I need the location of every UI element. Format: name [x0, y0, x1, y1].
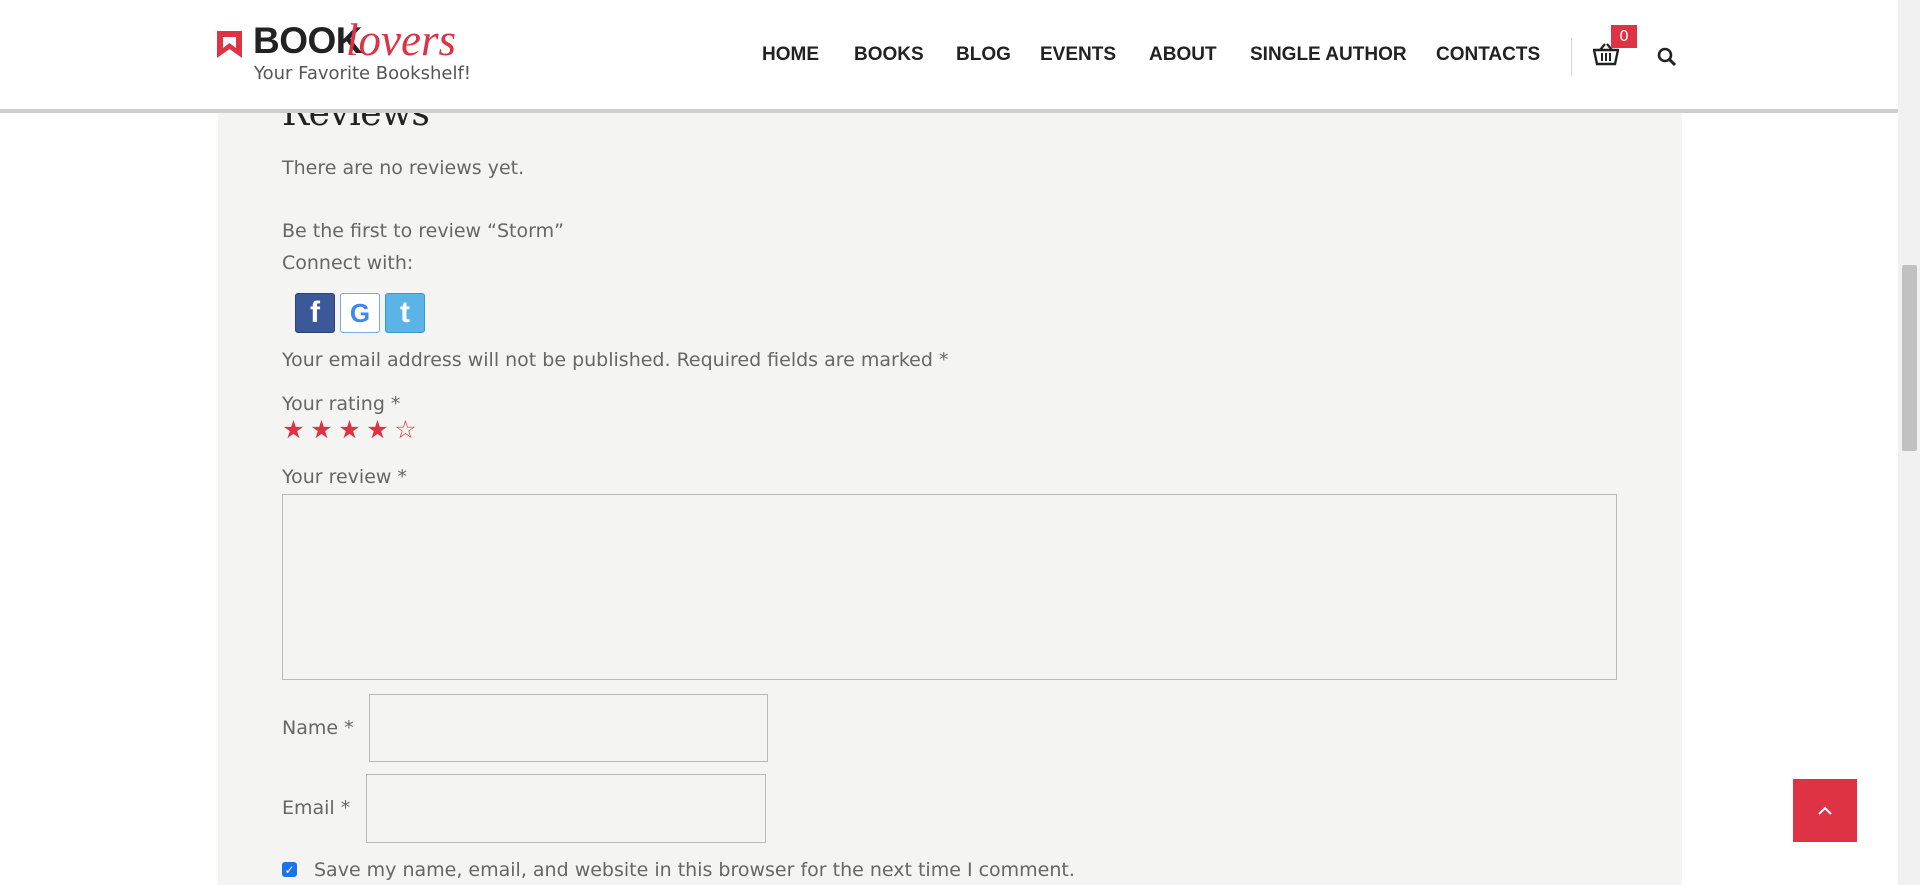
chevron-up-icon [1818, 806, 1832, 815]
nav-events[interactable]: EVENTS [1040, 44, 1116, 66]
save-info-checkbox[interactable]: ✓ [282, 862, 297, 877]
email-note: Your email address will not be published… [282, 349, 949, 371]
google-icon[interactable]: G [340, 293, 380, 333]
nav-blog[interactable]: BLOG [956, 44, 1011, 66]
save-info-label: Save my name, email, and website in this… [314, 859, 1075, 881]
name-label: Name * [282, 717, 354, 739]
rating-label: Your rating * [282, 393, 401, 415]
name-field[interactable] [369, 694, 768, 762]
bookmark-logo-icon [217, 31, 242, 58]
facebook-icon[interactable]: f [295, 293, 335, 333]
social-login-group: f G t [295, 293, 430, 333]
star-icon[interactable]: ★ [364, 416, 391, 444]
site-header: BOOK lovers Your Favorite Bookshelf! HOM… [0, 0, 1898, 113]
no-reviews-text: There are no reviews yet. [282, 157, 525, 179]
star-outline-icon[interactable]: ☆ [392, 416, 419, 444]
twitter-icon[interactable]: t [385, 293, 425, 333]
star-icon[interactable]: ★ [336, 416, 363, 444]
search-icon[interactable] [1657, 47, 1677, 67]
nav-home[interactable]: HOME [762, 44, 819, 66]
nav-contacts[interactable]: CONTACTS [1436, 44, 1540, 66]
logo-text-lovers[interactable]: lovers [346, 14, 456, 66]
nav-books[interactable]: BOOKS [854, 44, 924, 66]
nav-about[interactable]: ABOUT [1149, 44, 1217, 66]
review-label: Your review * [282, 466, 407, 488]
first-review-text: Be the first to review “Storm” [282, 220, 564, 242]
scrollbar-thumb[interactable] [1902, 265, 1917, 451]
email-field[interactable] [366, 774, 766, 843]
back-to-top-button[interactable] [1793, 779, 1857, 842]
cart-count-badge: 0 [1611, 25, 1637, 48]
connect-with-label: Connect with: [282, 252, 414, 274]
star-rating: ★ ★ ★ ★ ☆ [280, 416, 420, 444]
review-textarea[interactable] [282, 494, 1617, 680]
nav-divider [1571, 38, 1572, 76]
star-icon[interactable]: ★ [280, 416, 307, 444]
site-tagline: Your Favorite Bookshelf! [254, 63, 472, 84]
nav-single-author[interactable]: SINGLE AUTHOR [1250, 44, 1407, 66]
email-label: Email * [282, 797, 351, 819]
star-icon[interactable]: ★ [308, 416, 335, 444]
